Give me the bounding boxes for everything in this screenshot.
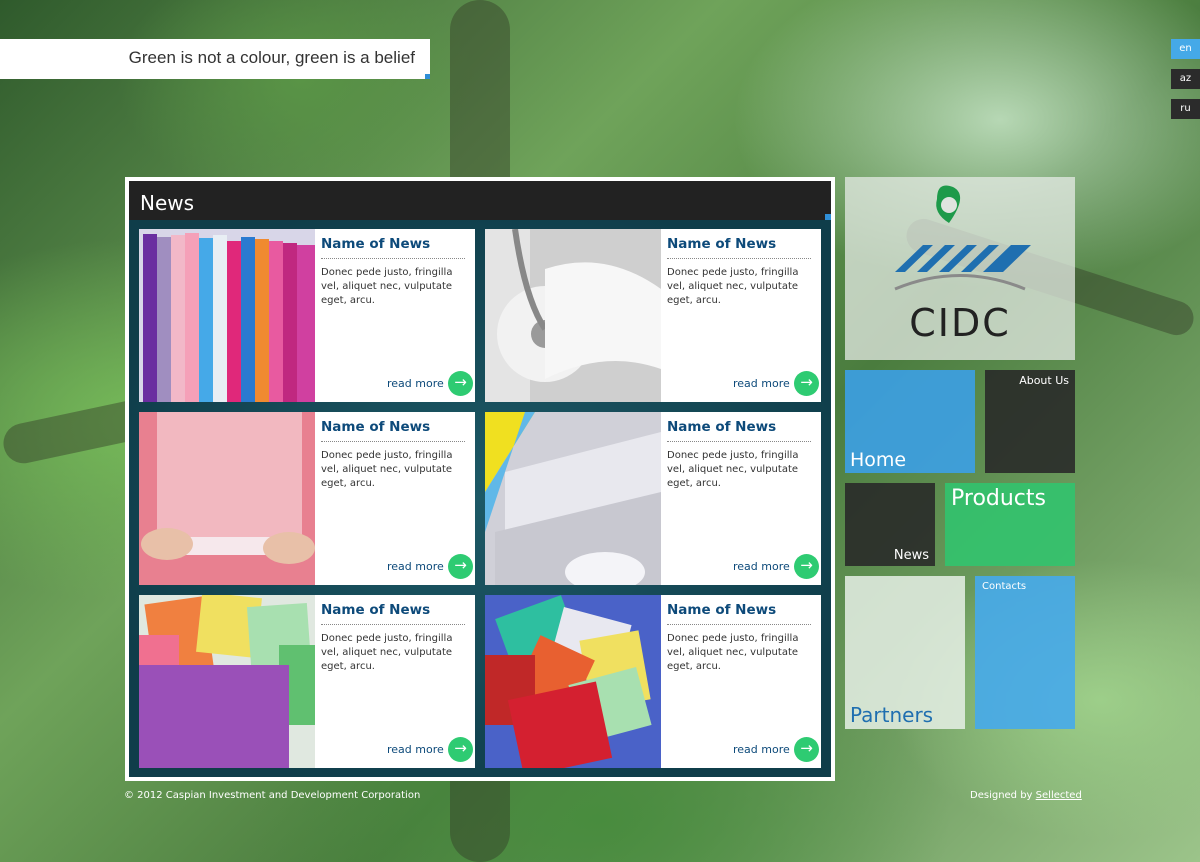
designer-link[interactable]: Sellected [1036,790,1082,801]
news-card-title[interactable]: Name of News [321,602,430,618]
arrow-right-icon[interactable]: → [448,737,473,762]
news-card-text: Name of News Donec pede justo, fringilla… [667,595,819,768]
nav-products-label: Products [951,486,1046,511]
read-more-link[interactable]: read more [733,743,790,756]
nav-about-label: About Us [1019,374,1069,387]
news-card-divider [667,441,811,442]
nav-partners[interactable]: Partners [845,576,965,729]
read-more-link[interactable]: read more [733,560,790,573]
news-card-description: Donec pede justo, fringilla vel, aliquet… [321,450,453,489]
news-card-divider [321,441,465,442]
lang-ru[interactable]: ru [1171,99,1200,119]
nav-about[interactable]: About Us [985,370,1075,473]
news-card-description: Donec pede justo, fringilla vel, aliquet… [321,267,453,306]
news-card-text: Name of News Donec pede justo, fringilla… [321,595,473,768]
lang-en[interactable]: en [1171,39,1200,59]
arrow-right-icon[interactable]: → [794,371,819,396]
nav-contacts[interactable]: Contacts [975,576,1075,729]
slogan-banner: Green is not a colour, green is a belief [0,39,430,79]
news-image-toilet-paper-holder[interactable] [485,229,661,402]
news-card-divider [321,624,465,625]
slogan-accent [425,74,430,79]
news-panel: News Name of News Donec pede justo, frin… [125,177,835,781]
news-card-description: Donec pede justo, fringilla vel, aliquet… [321,633,453,672]
news-card: Name of News Donec pede justo, fringilla… [139,412,475,585]
news-card-divider [321,258,465,259]
news-header: News [129,181,831,220]
footer-designed-by: Designed by Sellected [970,790,1082,801]
news-title: News [140,191,195,215]
news-grid: Name of News Donec pede justo, fringilla… [129,220,831,777]
nav-home[interactable]: Home [845,370,975,473]
news-card: Name of News Donec pede justo, fringilla… [485,412,821,585]
language-switcher: en az ru [1171,39,1200,129]
arrow-right-icon[interactable]: → [448,371,473,396]
news-image-hands-pink-paper[interactable] [139,412,315,585]
news-card: Name of News Donec pede justo, fringilla… [485,229,821,402]
news-card-text: Name of News Donec pede justo, fringilla… [667,412,819,585]
news-card-text: Name of News Donec pede justo, fringilla… [667,229,819,402]
read-more-link[interactable]: read more [733,377,790,390]
read-more-link[interactable]: read more [387,377,444,390]
news-card: Name of News Donec pede justo, fringilla… [139,229,475,402]
nav-home-label: Home [850,449,907,471]
arrow-right-icon[interactable]: → [794,554,819,579]
news-card-text: Name of News Donec pede justo, fringilla… [321,412,473,585]
news-card-title[interactable]: Name of News [667,236,776,252]
news-image-colored-napkins[interactable] [485,595,661,768]
footer-copyright: © 2012 Caspian Investment and Developmen… [124,790,421,801]
arrow-right-icon[interactable]: → [794,737,819,762]
logo-text: CIDC [909,301,1011,345]
news-card-description: Donec pede justo, fringilla vel, aliquet… [667,267,799,306]
read-more-link[interactable]: read more [387,743,444,756]
news-image-tissue-paper-sheets[interactable] [139,595,315,768]
slogan-text: Green is not a colour, green is a belief [128,48,415,67]
arrow-right-icon[interactable]: → [448,554,473,579]
nav-contacts-label: Contacts [982,581,1027,592]
news-card-divider [667,624,811,625]
news-card-text: Name of News Donec pede justo, fringilla… [321,229,473,402]
news-card-title[interactable]: Name of News [667,419,776,435]
news-card: Name of News Donec pede justo, fringilla… [485,595,821,768]
news-image-paper-towel-rolls[interactable] [485,412,661,585]
read-more-link[interactable]: read more [387,560,444,573]
nav-partners-label: Partners [850,703,934,727]
lang-az[interactable]: az [1171,69,1200,89]
nav-products[interactable]: Products [945,483,1075,566]
nav-news[interactable]: News [845,483,935,566]
footer-designed-label: Designed by [970,790,1033,801]
logo-tile[interactable]: CIDC [845,177,1075,360]
news-card-description: Donec pede justo, fringilla vel, aliquet… [667,450,799,489]
news-card-title[interactable]: Name of News [667,602,776,618]
news-card-divider [667,258,811,259]
nav-news-label: News [893,548,929,563]
news-card-title[interactable]: Name of News [321,236,430,252]
news-card: Name of News Donec pede justo, fringilla… [139,595,475,768]
news-image-colored-paper-rolls[interactable] [139,229,315,402]
news-card-description: Donec pede justo, fringilla vel, aliquet… [667,633,799,672]
news-card-title[interactable]: Name of News [321,419,430,435]
